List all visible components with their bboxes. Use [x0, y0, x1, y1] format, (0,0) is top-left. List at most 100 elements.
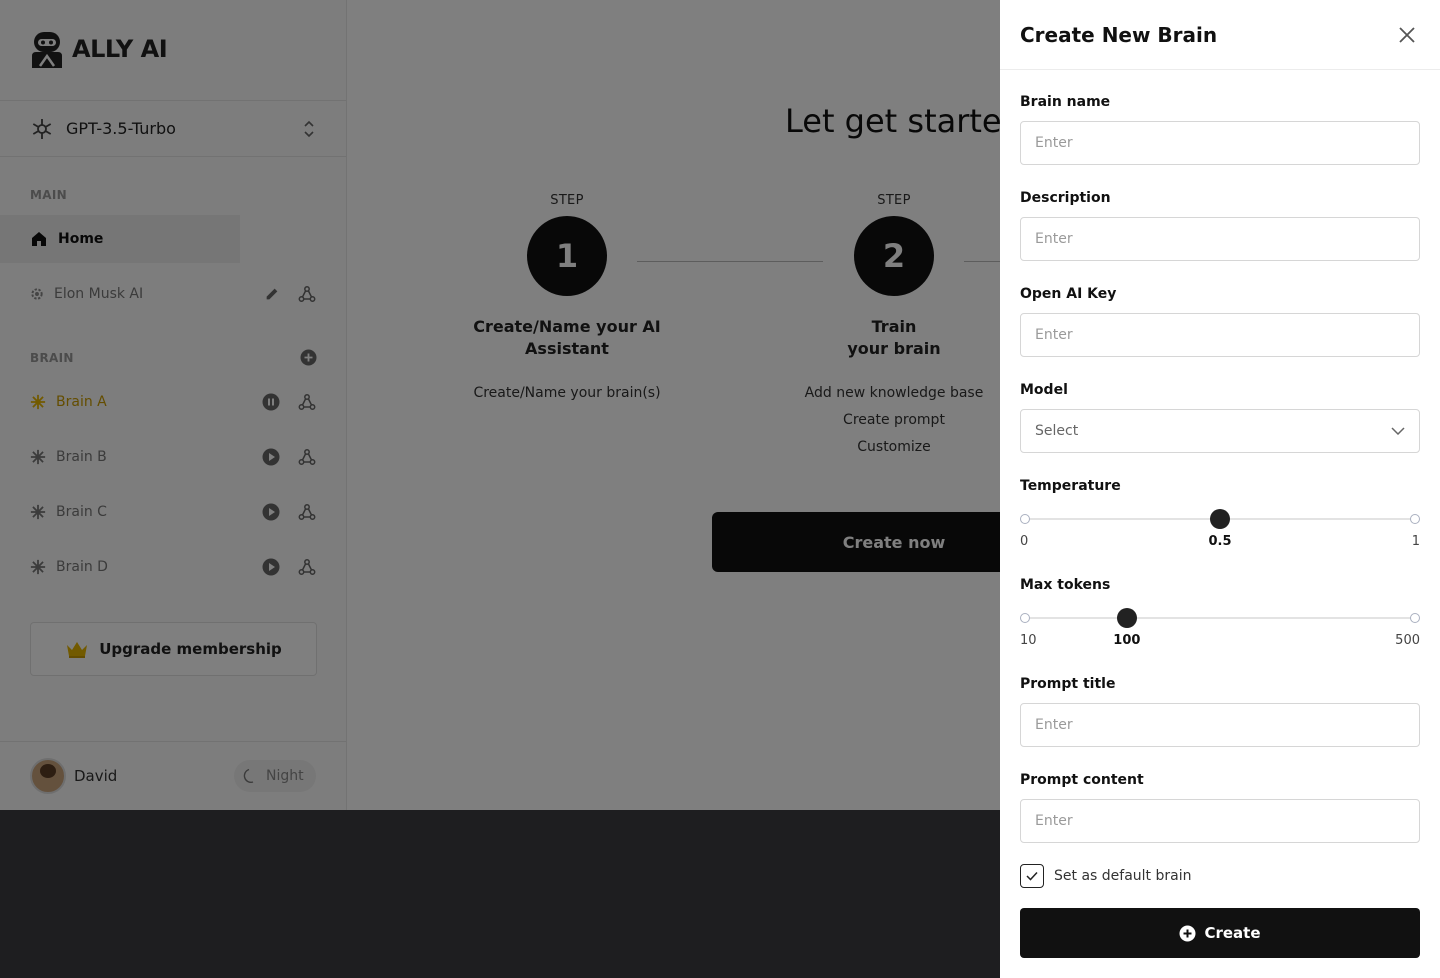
- user-bar: David Night: [0, 741, 346, 810]
- model-select[interactable]: Select: [1020, 409, 1420, 453]
- theme-toggle[interactable]: Night: [234, 760, 316, 792]
- openai-key-field: Open AI Key: [1020, 286, 1420, 357]
- max-tokens-field: Max tokens 10 100 500: [1020, 577, 1420, 651]
- slider-max-marker: [1410, 514, 1420, 524]
- play-icon[interactable]: [262, 448, 280, 466]
- description-input[interactable]: [1020, 217, 1420, 261]
- prompt-content-input[interactable]: [1020, 799, 1420, 843]
- description-field: Description: [1020, 190, 1420, 261]
- model-field: Model Select: [1020, 382, 1420, 453]
- create-button-label: Create: [1204, 924, 1261, 942]
- field-label: Model: [1020, 382, 1068, 398]
- moon-icon: [243, 768, 254, 784]
- sidebar-item-brain[interactable]: Brain B: [0, 433, 346, 481]
- sidebar-item-label: Brain C: [56, 504, 107, 520]
- step-number: 1: [527, 216, 607, 296]
- plus-circle-icon: [1179, 925, 1196, 941]
- prompt-title-input[interactable]: [1020, 703, 1420, 747]
- prompt-title-field: Prompt title: [1020, 676, 1420, 747]
- upgrade-label: Upgrade membership: [99, 640, 282, 658]
- close-icon: [1399, 26, 1415, 43]
- gear-icon: [31, 288, 43, 300]
- play-icon[interactable]: [262, 503, 280, 521]
- share-icon[interactable]: [298, 393, 316, 411]
- temperature-field: Temperature 0 0.5 1: [1020, 478, 1420, 552]
- step-title: Create/Name your AI Assistant: [447, 316, 687, 360]
- default-brain-checkbox[interactable]: [1020, 864, 1044, 888]
- default-brain-label: Set as default brain: [1054, 868, 1192, 884]
- slider-min-label: 0: [1020, 534, 1029, 549]
- step-description: Add new knowledge base Create prompt Cus…: [774, 380, 1014, 461]
- add-brain-icon[interactable]: [300, 349, 317, 366]
- play-icon[interactable]: [262, 558, 280, 576]
- field-label: Max tokens: [1020, 577, 1111, 593]
- model-select-value: Select: [1035, 423, 1079, 439]
- main-section-title: MAIN: [30, 188, 67, 202]
- default-brain-option: Set as default brain: [1020, 864, 1191, 888]
- sidebar-item-label: Home: [58, 231, 104, 247]
- share-icon[interactable]: [298, 558, 316, 576]
- share-icon[interactable]: [298, 285, 316, 303]
- brain-icon: [30, 394, 46, 410]
- field-label: Open AI Key: [1020, 286, 1117, 302]
- share-icon[interactable]: [298, 503, 316, 521]
- chevron-down-icon: [1391, 427, 1405, 435]
- upgrade-membership-button[interactable]: Upgrade membership: [30, 622, 317, 676]
- slider-track: [1025, 617, 1415, 619]
- slider-thumb[interactable]: [1116, 608, 1137, 628]
- share-icon[interactable]: [298, 448, 316, 466]
- edit-icon[interactable]: [264, 286, 280, 302]
- openai-key-input[interactable]: [1020, 313, 1420, 357]
- sidebar-item-home[interactable]: Home: [0, 215, 240, 263]
- model-switcher-label: GPT-3.5-Turbo: [66, 119, 176, 138]
- slider-labels: 0 0.5 1: [1020, 534, 1420, 552]
- sidebar-item-label: Brain D: [56, 559, 108, 575]
- brain-icon: [30, 559, 46, 575]
- step-title: Train your brain: [774, 316, 1014, 360]
- drawer-title: Create New Brain: [1020, 22, 1218, 47]
- step-label: STEP: [550, 193, 584, 208]
- sidebar-item-brain[interactable]: Brain A: [0, 378, 346, 426]
- slider-labels: 10 100 500: [1020, 633, 1420, 651]
- home-icon: [32, 232, 46, 246]
- user-name: David: [74, 767, 118, 785]
- slider-thumb[interactable]: [1210, 509, 1230, 529]
- step-title-line: Train: [871, 317, 917, 336]
- field-label: Brain name: [1020, 94, 1111, 110]
- create-button[interactable]: Create: [1020, 908, 1420, 958]
- step-1: STEP 1 Create/Name your AI Assistant Cre…: [447, 193, 687, 407]
- field-label: Prompt title: [1020, 676, 1116, 692]
- step-label: STEP: [877, 193, 911, 208]
- slider-min-marker: [1020, 514, 1030, 524]
- sidebar-item-brain[interactable]: Brain C: [0, 488, 346, 536]
- temperature-slider[interactable]: [1020, 508, 1420, 530]
- drawer-header: Create New Brain: [1000, 0, 1440, 70]
- sidebar-item-label: Elon Musk AI: [54, 286, 144, 302]
- step-title-line: Assistant: [525, 339, 609, 358]
- step-title-line: your brain: [847, 339, 941, 358]
- slider-max-label: 500: [1395, 633, 1420, 648]
- sidebar-item-brain[interactable]: Brain D: [0, 543, 346, 591]
- close-button[interactable]: [1394, 22, 1420, 48]
- step-desc-line: Add new knowledge base: [804, 385, 984, 401]
- sidebar-item-assistant[interactable]: Elon Musk AI: [0, 270, 346, 318]
- avatar[interactable]: [30, 758, 66, 794]
- step-desc-line: Create prompt: [843, 412, 945, 428]
- model-switcher[interactable]: GPT-3.5-Turbo: [0, 100, 346, 157]
- create-brain-drawer: Create New Brain Brain name Description …: [1000, 0, 1440, 978]
- step-title-line: Create/Name your AI: [473, 317, 661, 336]
- step-desc-line: Customize: [857, 439, 931, 455]
- sidebar-item-label: Brain A: [56, 394, 107, 410]
- page-title: Let get started: [785, 102, 1022, 140]
- brain-icon: [30, 504, 46, 520]
- brain-name-input[interactable]: [1020, 121, 1420, 165]
- field-label: Prompt content: [1020, 772, 1144, 788]
- step-number: 2: [854, 216, 934, 296]
- max-tokens-slider[interactable]: [1020, 607, 1420, 629]
- sidebar: ALLY AI GPT-3.5-Turbo MAIN Home Elon Mus…: [0, 0, 347, 810]
- pause-icon[interactable]: [262, 393, 280, 411]
- logo-text: ALLY AI: [72, 35, 168, 63]
- brain-section-title: BRAIN: [30, 351, 74, 365]
- step-description: Create/Name your brain(s): [447, 380, 687, 407]
- slider-value-label: 0.5: [1208, 534, 1232, 549]
